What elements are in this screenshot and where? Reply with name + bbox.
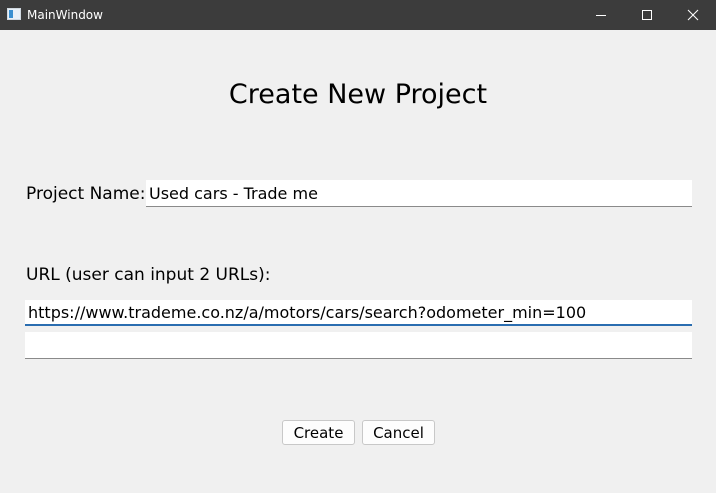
cancel-button[interactable]: Cancel [362,420,435,445]
maximize-icon [642,10,652,20]
url-input-1[interactable] [25,300,692,326]
maximize-button[interactable] [624,0,670,30]
minimize-button[interactable] [578,0,624,30]
url-input-2[interactable] [25,332,692,359]
close-icon [687,9,699,21]
url-label: URL (user can input 2 URLs): [26,265,271,285]
project-name-label: Project Name: [26,184,146,204]
window-titlebar[interactable]: MainWindow [0,0,716,30]
close-button[interactable] [670,0,716,30]
app-icon [7,8,21,20]
project-name-input[interactable] [146,180,692,207]
page-title: Create New Project [228,79,488,110]
window-title: MainWindow [27,8,103,22]
minimize-icon [596,15,606,16]
create-button[interactable]: Create [282,420,355,445]
main-content: Create New Project Project Name: URL (us… [0,30,716,493]
